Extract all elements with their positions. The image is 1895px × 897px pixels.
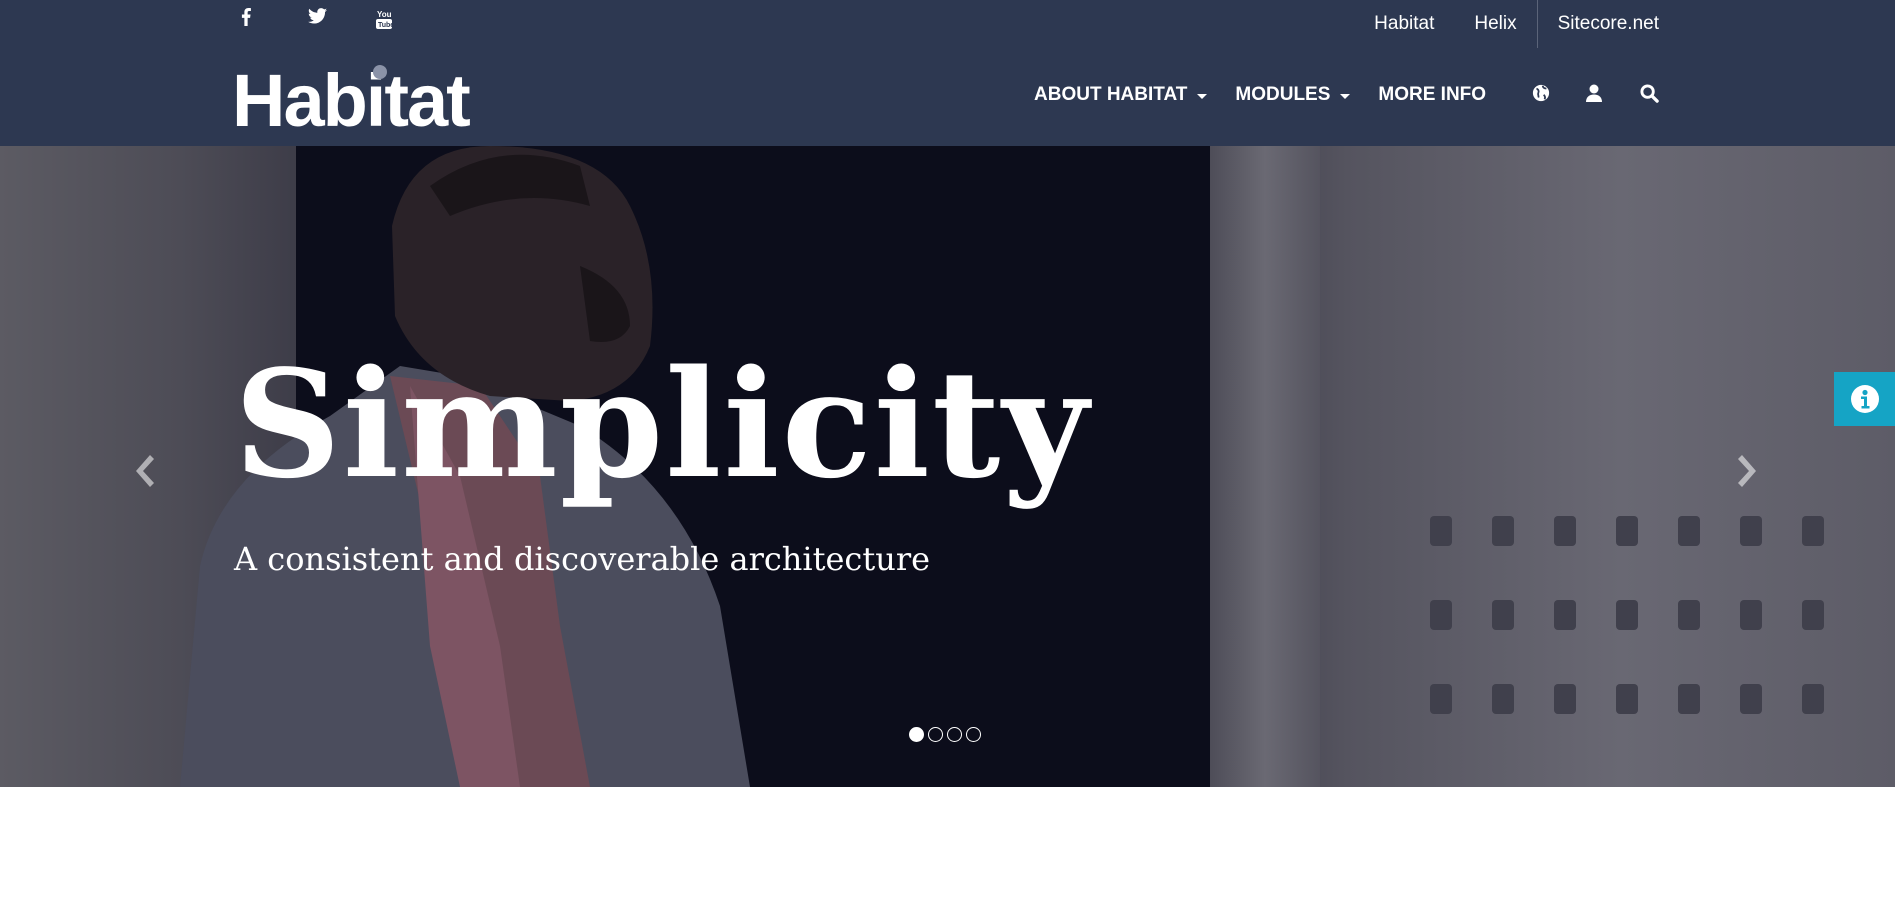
nav-label: MORE INFO xyxy=(1378,84,1487,105)
hero-title: Simplicity xyxy=(234,337,1091,511)
globe-icon[interactable] xyxy=(1532,84,1554,106)
nav-icons xyxy=(1532,84,1662,106)
main-nav: ABOUT HABITAT MODULES MORE INFO xyxy=(1034,84,1514,106)
chevron-left-icon xyxy=(136,455,154,487)
top-link-sitecore[interactable]: Sitecore.net xyxy=(1538,13,1659,35)
carousel-next-button[interactable] xyxy=(1734,451,1764,491)
user-icon[interactable] xyxy=(1586,84,1608,106)
info-tab-button[interactable] xyxy=(1834,372,1895,426)
youtube-icon: You Tube xyxy=(376,10,392,29)
top-links: Habitat Helix Sitecore.net xyxy=(1354,0,1659,48)
hero-background xyxy=(1210,146,1320,787)
carousel-dot-3[interactable] xyxy=(947,727,962,742)
top-link-habitat[interactable]: Habitat xyxy=(1354,13,1454,35)
nav-modules[interactable]: MODULES xyxy=(1235,84,1351,106)
svg-text:Tube: Tube xyxy=(378,22,392,29)
carousel-dot-4[interactable] xyxy=(966,727,981,742)
nav-label: ABOUT HABITAT xyxy=(1034,84,1188,105)
social-links: You Tube xyxy=(240,6,444,34)
info-icon xyxy=(1850,385,1879,413)
carousel-prev-button[interactable] xyxy=(128,451,158,491)
carousel-dot-2[interactable] xyxy=(928,727,943,742)
facebook-icon xyxy=(241,8,251,26)
top-link-helix[interactable]: Helix xyxy=(1454,13,1536,35)
twitter-link[interactable] xyxy=(308,6,376,34)
logo-text: Habitat xyxy=(232,64,470,130)
caret-down-icon xyxy=(1340,93,1351,99)
hero-carousel: Simplicity A consistent and discoverable… xyxy=(0,146,1895,787)
twitter-icon xyxy=(308,8,327,24)
svg-text:You: You xyxy=(377,10,392,19)
site-header: You Tube Habitat Helix Sitecore.net Habit… xyxy=(0,0,1895,146)
youtube-link[interactable]: You Tube xyxy=(376,6,444,34)
facebook-link[interactable] xyxy=(240,6,308,34)
carousel-dot-1[interactable] xyxy=(909,727,924,742)
caret-down-icon xyxy=(1197,93,1208,99)
carousel-indicators xyxy=(909,727,981,742)
chevron-right-icon xyxy=(1738,455,1756,487)
hero-subtitle: A consistent and discoverable architectu… xyxy=(234,540,931,578)
search-icon[interactable] xyxy=(1640,84,1662,106)
nav-label: MODULES xyxy=(1235,84,1331,105)
nav-more-info[interactable]: MORE INFO xyxy=(1378,84,1486,106)
habitat-logo[interactable]: Habitat xyxy=(232,59,508,142)
nav-about-habitat[interactable]: ABOUT HABITAT xyxy=(1034,84,1208,106)
